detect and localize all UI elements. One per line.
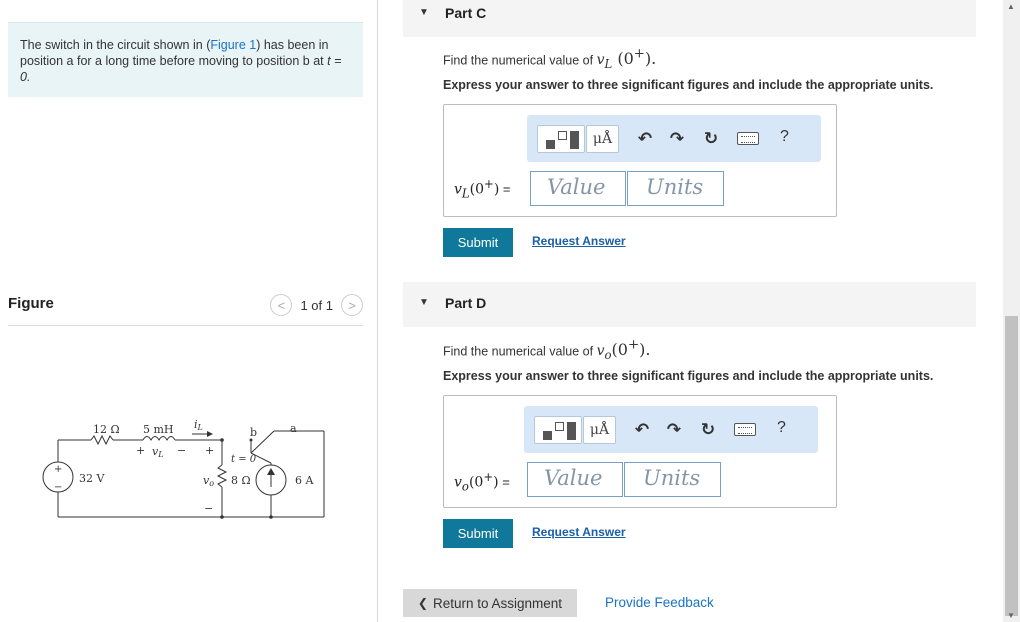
part-d-submit-button[interactable]: Submit (443, 519, 513, 548)
part-c-submit-button[interactable]: Submit (443, 228, 513, 257)
keyboard-icon[interactable] (734, 423, 756, 436)
help-icon[interactable]: ? (777, 419, 786, 437)
vo-label: vo (203, 474, 214, 488)
part-c-request-answer-link[interactable]: Request Answer (532, 234, 626, 248)
part-d-toolbar: μÅ ↶ ↷ ↻ ? (524, 406, 818, 453)
vo-minus: − (204, 502, 213, 515)
collapse-triangle-icon[interactable]: ▼ (419, 7, 429, 18)
problem-statement: The switch in the circuit shown in (Figu… (8, 22, 363, 97)
circuit-diagram: 12 Ω 5 mH iL + vL − + b a t = 0 + − 32 V… (42, 418, 325, 519)
next-figure-button[interactable]: > (341, 294, 363, 316)
figure-link[interactable]: Figure 1 (210, 38, 256, 52)
units-button[interactable]: μÅ (583, 416, 616, 444)
source-plus: + (54, 464, 62, 475)
part-d-request-answer-link[interactable]: Request Answer (532, 525, 626, 539)
redo-icon[interactable]: ↷ (664, 420, 684, 440)
part-c-eq-label: vL(0+) = (454, 177, 511, 201)
vl-plus: + (136, 444, 145, 457)
vo-plus: + (205, 444, 214, 457)
part-c-label: Part C (445, 5, 487, 21)
help-icon[interactable]: ? (780, 128, 789, 146)
keyboard-icon[interactable] (737, 132, 759, 145)
part-d-value-input[interactable]: Value (527, 462, 623, 497)
part-d-eq-label: vo(0+) = (454, 470, 510, 494)
part-c-question: Find the numerical value of vL (0+). (443, 47, 657, 72)
part-d-label: Part D (445, 295, 487, 311)
part-c-toolbar: μÅ ↶ ↷ ↻ ? (527, 115, 821, 162)
r1-label: 12 Ω (93, 423, 120, 436)
chevron-left-icon: ❮ (417, 596, 428, 610)
source-minus: − (54, 482, 62, 493)
part-d-header[interactable]: ▼ Part D (403, 282, 976, 327)
reset-icon[interactable]: ↻ (701, 129, 721, 149)
t0-label: t = 0 (231, 454, 257, 465)
return-to-assignment-button[interactable]: ❮ Return to Assignment (403, 589, 577, 617)
reset-icon[interactable]: ↻ (698, 420, 718, 440)
figure-header: Figure < 1 of 1 > (8, 290, 363, 326)
part-c-instruction: Express your answer to three significant… (443, 78, 934, 92)
undo-icon[interactable]: ↶ (632, 420, 652, 440)
templates-button[interactable] (537, 125, 585, 153)
switch-b: b (250, 426, 257, 439)
scrollbar[interactable]: ▲ ▼ (1003, 0, 1020, 622)
redo-icon[interactable]: ↷ (667, 129, 687, 149)
provide-feedback-link[interactable]: Provide Feedback (605, 595, 714, 610)
part-c-value-input[interactable]: Value (530, 171, 626, 206)
scroll-up-icon[interactable]: ▲ (1007, 2, 1015, 11)
column-divider (377, 0, 378, 622)
part-d-answer-box: μÅ ↶ ↷ ↻ ? vo(0+) = Value Units (443, 395, 837, 508)
vl-label: vL (152, 445, 164, 459)
figure-title: Figure (8, 295, 54, 312)
prev-figure-button[interactable]: < (270, 294, 293, 316)
problem-text: The switch in the circuit shown in ( (20, 38, 211, 52)
voltage-source-label: 32 V (79, 472, 105, 485)
inductor-label: 5 mH (143, 423, 174, 436)
il-label: iL (194, 418, 203, 432)
switch-a: a (290, 422, 297, 435)
part-d-instruction: Express your answer to three significant… (443, 369, 934, 383)
scroll-thumb[interactable] (1005, 316, 1018, 616)
pager-count: 1 of 1 (300, 297, 333, 313)
units-button[interactable]: μÅ (586, 125, 619, 153)
part-c-units-input[interactable]: Units (627, 171, 724, 206)
scroll-down-icon[interactable]: ▼ (1007, 611, 1015, 620)
undo-icon[interactable]: ↶ (635, 129, 655, 149)
part-d-question: Find the numerical value of vo(0+). (443, 338, 651, 363)
return-label: Return to Assignment (432, 595, 563, 611)
part-d-units-input[interactable]: Units (624, 462, 721, 497)
part-c-answer-box: μÅ ↶ ↷ ↻ ? vL(0+) = Value Units (443, 104, 837, 217)
collapse-triangle-icon[interactable]: ▼ (419, 297, 429, 308)
part-c-header[interactable]: ▼ Part C (403, 0, 976, 37)
current-source-label: 6 A (295, 474, 314, 487)
figure-pager: < 1 of 1 > (270, 294, 363, 316)
vl-minus: − (177, 444, 186, 457)
r2-label: 8 Ω (231, 474, 251, 487)
templates-button[interactable] (534, 416, 582, 444)
